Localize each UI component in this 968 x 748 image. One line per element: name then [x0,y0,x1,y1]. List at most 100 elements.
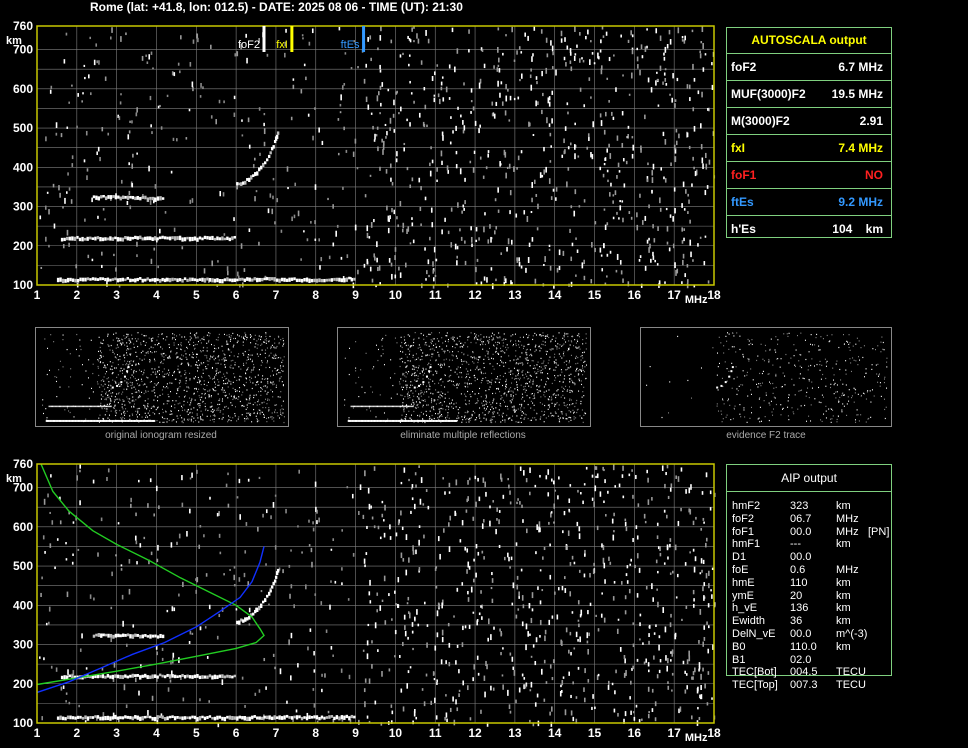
trace-point [126,195,130,200]
trace-point [318,717,321,721]
trace-point [81,716,85,720]
trace-point [68,236,71,241]
trace-point [196,717,199,722]
trace-point [97,633,101,637]
trace-point [178,278,182,282]
trace-point [114,195,118,200]
trace-point [183,277,187,281]
aip-cell: [PN] [868,525,890,538]
trace-point [193,674,197,679]
trace-points [60,235,237,242]
trace-point [171,715,174,718]
trace-point [129,674,132,678]
trace-point [253,715,256,718]
x-tick-label: 2 [73,726,80,740]
trace-point [333,716,336,721]
trace-point [121,716,125,720]
trace-point [228,675,232,679]
trace-point [139,235,142,240]
x-tick-label: 4 [153,726,160,740]
x-tick-label: 10 [389,288,403,302]
thumbnail-caption-reflections: eliminate multiple reflections [400,430,526,441]
x-tick-label: 12 [468,726,482,740]
trace-point [270,277,274,281]
trace-point [308,715,311,720]
trace-point [146,236,149,241]
trace-point [201,675,204,679]
trace-point [241,716,244,720]
trace-point [330,278,334,282]
trace-point [136,277,139,282]
trace-point [131,716,134,721]
aip-cell: B0 [732,640,746,653]
trace-point [109,716,112,721]
y-tick-label: 300 [13,638,33,652]
trace-point [226,277,229,282]
trace-point [96,278,100,281]
trace-point [107,633,110,638]
trace-point [238,715,242,719]
trace-point [144,634,147,637]
trace-point [216,278,219,283]
trace-point [86,716,90,721]
x-tick-label: 17 [667,288,681,302]
trace-point [94,277,97,281]
trace-point [161,634,165,639]
aip-cell: DelN_vE [732,628,776,640]
aip-title: AIP output [727,465,891,492]
trace-point [92,195,96,199]
trace-point [273,715,276,720]
trace-point [318,278,321,283]
trace-point [146,675,149,680]
autoscala-value: 9.2 MHz [838,195,883,209]
trace-point [131,278,134,282]
trace-point [203,235,207,240]
aip-cell: MHz [836,564,859,576]
trace-point [206,675,209,679]
x-tick-label: 8 [312,726,319,740]
trace-point [119,634,122,638]
trace-point [166,673,169,677]
trace-point [129,716,132,720]
trace-point [293,715,296,719]
trace-point [280,716,284,720]
aip-cell: 323 [790,500,809,512]
trace-point [216,715,219,720]
trace-point [193,278,197,282]
trace-point [263,598,267,603]
trace-point [106,674,110,678]
trace-point [154,197,157,202]
trace-point [151,237,154,242]
trace-point [114,277,117,281]
marker-bar [262,26,266,52]
y-tick-label: 600 [13,520,33,534]
trace-point [84,277,87,282]
trace-point [274,575,278,579]
trace-point [126,236,130,241]
trace-point [56,277,60,283]
aip-cell: 36 [790,615,803,628]
trace-point [78,237,82,242]
trace-point [163,675,167,679]
aip-cell: 004.5 [790,666,818,679]
trace-point [151,196,155,201]
autoscala-label: ftEs [731,195,754,209]
trace-point [206,236,209,240]
autoscala-panel: AUTOSCALA output foF2 6.7 MHz MUF(3000)F2 1… [726,27,892,238]
trace-point [111,237,115,241]
trace-point [213,716,217,721]
trace-point [71,278,75,282]
trace-point [104,633,108,637]
trace-point [213,278,217,283]
trace-point [323,716,326,720]
trace-point [66,236,69,241]
trace-point [114,674,117,678]
trace-point [246,277,249,281]
trace-point [153,236,157,241]
aip-cell: Ewidth [732,615,766,628]
trace-point [126,675,130,679]
trace-point [109,195,113,200]
trace-point [325,278,329,282]
x-tick-label: 2 [73,288,80,302]
aip-rows: hmF2 323 km foF2 06.7 MHz foF1 00.0 MHz [PN] hmF1 -… [728,500,928,700]
